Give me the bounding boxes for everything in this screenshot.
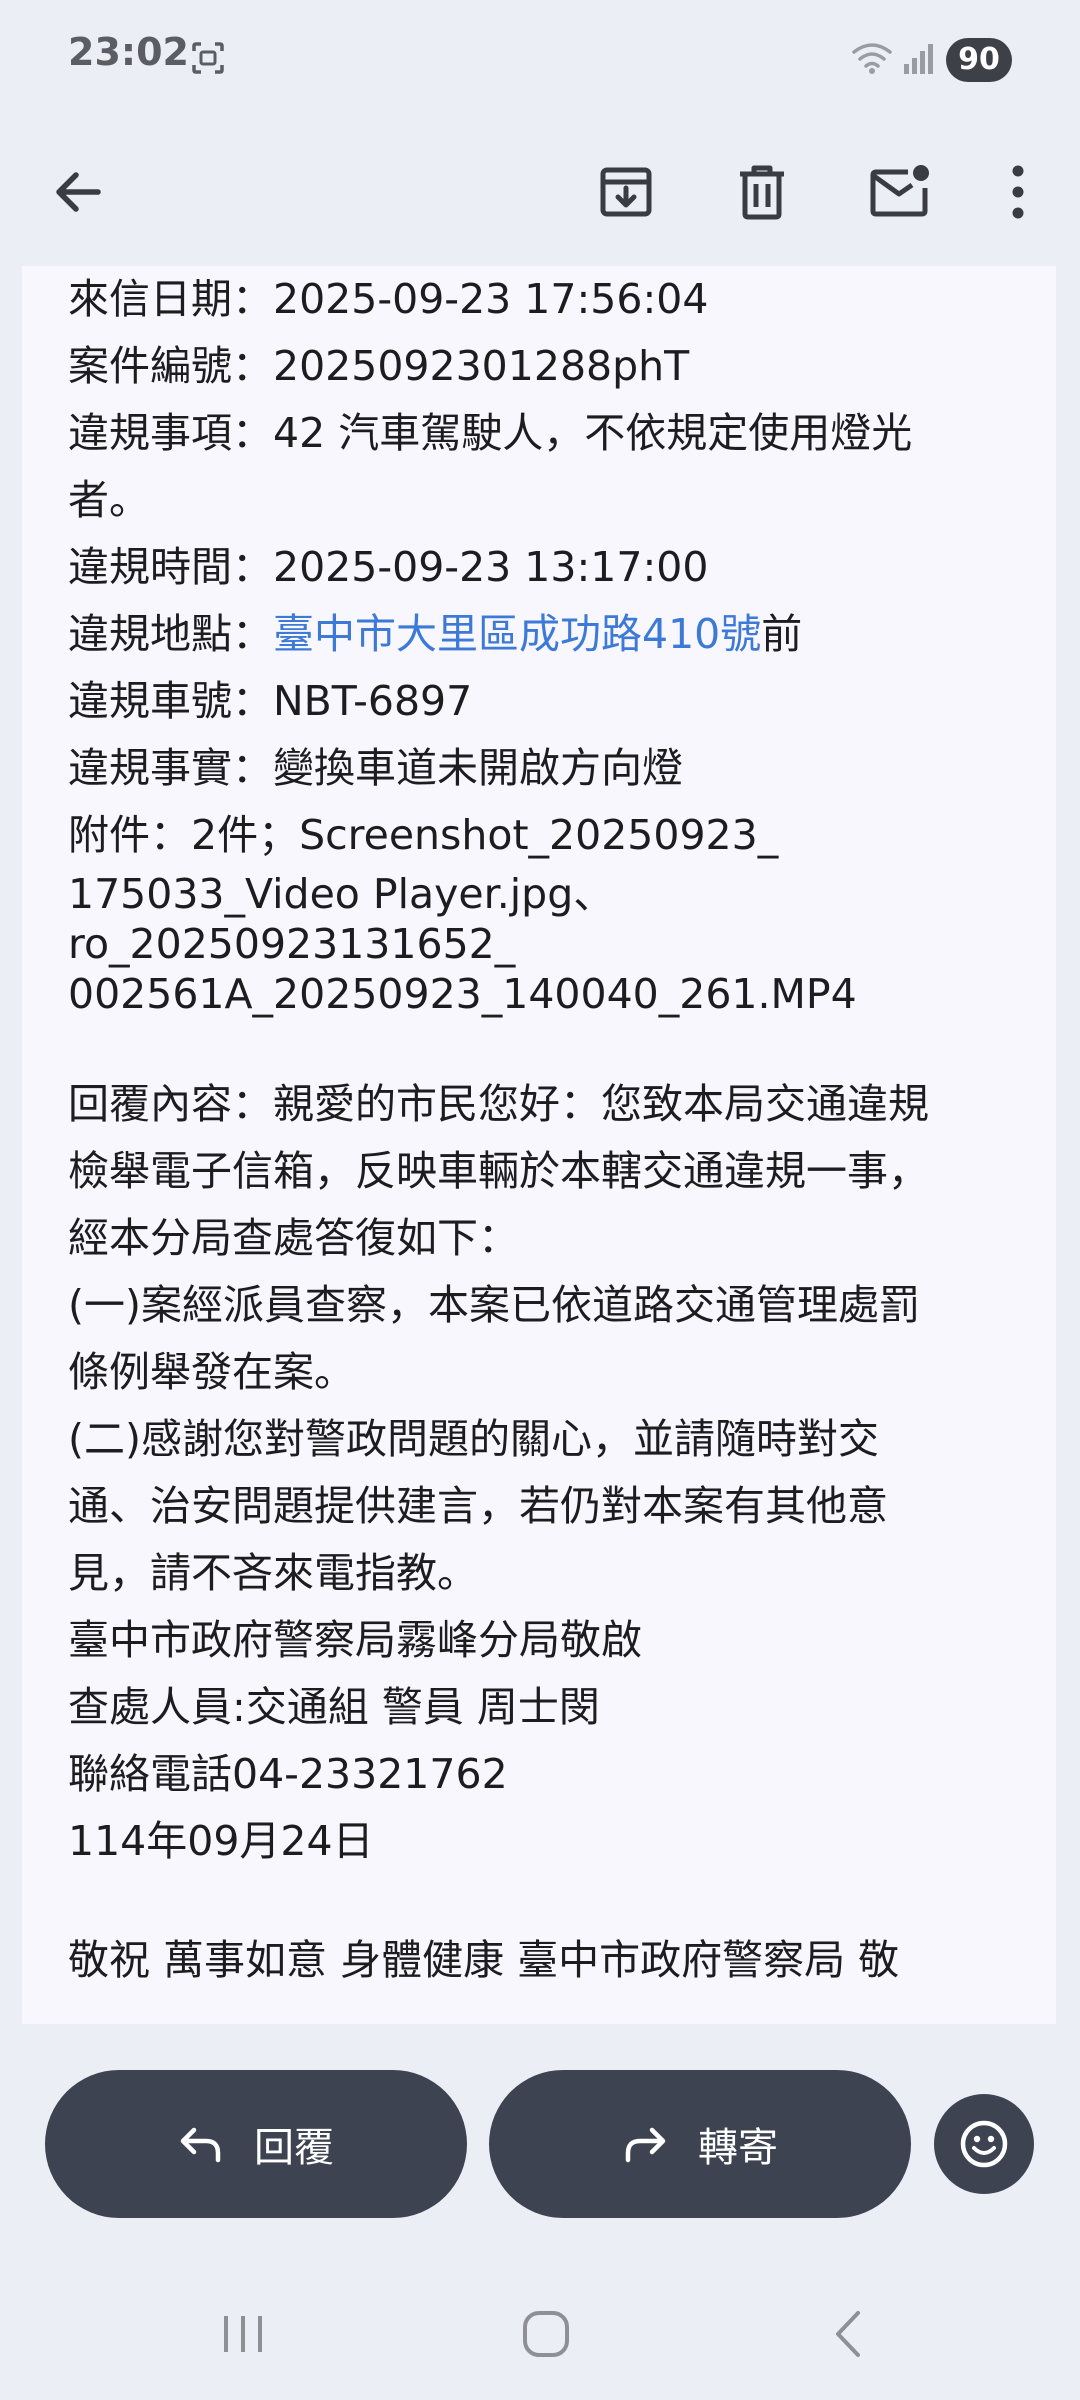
violation-item-value: 42 汽車駕駛人，不依規定使用燈光 (273, 409, 913, 457)
violation-item-label: 違規事項： (68, 409, 273, 457)
more-options-button[interactable] (970, 144, 1066, 240)
chevron-left-icon (836, 2311, 860, 2357)
case-value: 2025092301288phT (273, 342, 690, 390)
recent-apps-icon (224, 2316, 262, 2352)
plate-row: 違規車號：NBT-6897 (68, 668, 1028, 735)
attachment-line: 002561A_20250923_140040_261.MP4 (68, 970, 857, 1018)
mail-toolbar (0, 118, 1080, 266)
emoji-reaction-button[interactable] (934, 2094, 1034, 2194)
reply-content-line: (一)案經派員查察，本案已依道路交通管理處罰 (68, 1281, 920, 1329)
reply-content-line: 檢舉電子信箱，反映車輛於本轄交通違規一事， (68, 1147, 929, 1195)
reply-label: 回覆 (254, 2125, 334, 2171)
trash-icon (740, 165, 784, 220)
violation-place-label: 違規地點： (68, 610, 273, 658)
status-bar: 23:02 90 (0, 0, 1080, 118)
message-text: 來信日期：2025-09-23 17:56:04 案件編號：2025092301… (68, 266, 1028, 1994)
delete-button[interactable] (714, 144, 810, 240)
fact-row: 違規事實：變換車道未開啟方向燈 (68, 735, 1028, 802)
reply-content-line: 見，請不吝來電指教。 (68, 1549, 478, 1597)
emoji-icon (960, 2120, 1008, 2168)
closing-line: 敬祝 萬事如意 身體健康 臺中市政府警察局 敬 (68, 1936, 900, 1984)
date-row: 來信日期：2025-09-23 17:56:04 (68, 266, 1028, 333)
reply-content-line: 回覆內容：親愛的市民您好：您致本局交通違規 (68, 1080, 929, 1128)
back-button[interactable] (30, 144, 126, 240)
reply-content-line: 條例舉發在案。 (68, 1348, 355, 1396)
status-time: 23:02 (68, 30, 189, 74)
case-label: 案件編號： (68, 342, 273, 390)
forward-button[interactable]: 轉寄 (489, 2070, 911, 2218)
plate-value: NBT-6897 (273, 677, 473, 725)
violation-item-row: 違規事項：42 汽車駕駛人，不依規定使用燈光 (68, 400, 1028, 467)
violation-place-row: 違規地點：臺中市大里區成功路410號前 (68, 601, 1028, 668)
battery-indicator: 90 (946, 38, 1012, 82)
violation-item-continued: 者。 (68, 476, 150, 524)
system-back-button[interactable] (768, 2268, 928, 2400)
fact-value: 變換車道未開啟方向燈 (273, 744, 683, 792)
wifi-icon (850, 40, 894, 76)
arrow-left-icon (56, 172, 101, 212)
date-label: 來信日期： (68, 275, 273, 323)
violation-time-label: 違規時間： (68, 543, 273, 591)
address-link[interactable]: 臺中市大里區成功路410號 (273, 610, 761, 658)
screenshot-icon (190, 40, 226, 76)
date-value: 2025-09-23 17:56:04 (273, 275, 709, 323)
more-vert-icon (1012, 165, 1024, 219)
reply-icon (178, 2124, 224, 2164)
attachment-line: ro_20250923131652_ (68, 920, 516, 968)
attachments-text: 附件：2件；Screenshot_20250923_ 175033_Video … (68, 802, 1028, 1019)
home-icon (523, 2311, 569, 2357)
home-button[interactable] (466, 2268, 626, 2400)
violation-place-suffix: 前 (761, 610, 803, 658)
recent-apps-button[interactable] (163, 2268, 323, 2400)
date-line: 114年09月24日 (68, 1817, 374, 1865)
mail-unread-icon (870, 165, 929, 217)
navigation-bar (0, 2268, 1080, 2400)
reply-content-line: (二)感謝您對警政問題的關心，並請隨時對交 (68, 1415, 879, 1463)
violation-time-value: 2025-09-23 13:17:00 (273, 543, 709, 591)
archive-icon (600, 167, 652, 217)
case-row: 案件編號：2025092301288phT (68, 333, 1028, 400)
reply-button[interactable]: 回覆 (45, 2070, 467, 2218)
signal-icon (902, 40, 936, 76)
attachment-line: 175033_Video Player.jpg、 (68, 870, 615, 918)
signature-line: 臺中市政府警察局霧峰分局敬啟 (68, 1616, 642, 1664)
attachment-line: 附件：2件；Screenshot_20250923_ (68, 811, 779, 859)
phone-line: 聯絡電話04-23321762 (68, 1750, 508, 1798)
fact-label: 違規事實： (68, 744, 273, 792)
archive-button[interactable] (578, 144, 674, 240)
forward-icon (622, 2124, 668, 2164)
plate-label: 違規車號： (68, 677, 273, 725)
message-body: 來信日期：2025-09-23 17:56:04 案件編號：2025092301… (22, 266, 1056, 2024)
violation-time-row: 違規時間：2025-09-23 13:17:00 (68, 534, 1028, 601)
mark-unread-button[interactable] (852, 144, 948, 240)
reply-content-line: 通、治安問題提供建言，若仍對本案有其他意 (68, 1482, 888, 1530)
handler-line: 查處人員:交通組 警員 周士閔 (68, 1683, 600, 1731)
forward-label: 轉寄 (698, 2125, 778, 2171)
reply-content-line: 經本分局查處答復如下： (68, 1214, 519, 1262)
